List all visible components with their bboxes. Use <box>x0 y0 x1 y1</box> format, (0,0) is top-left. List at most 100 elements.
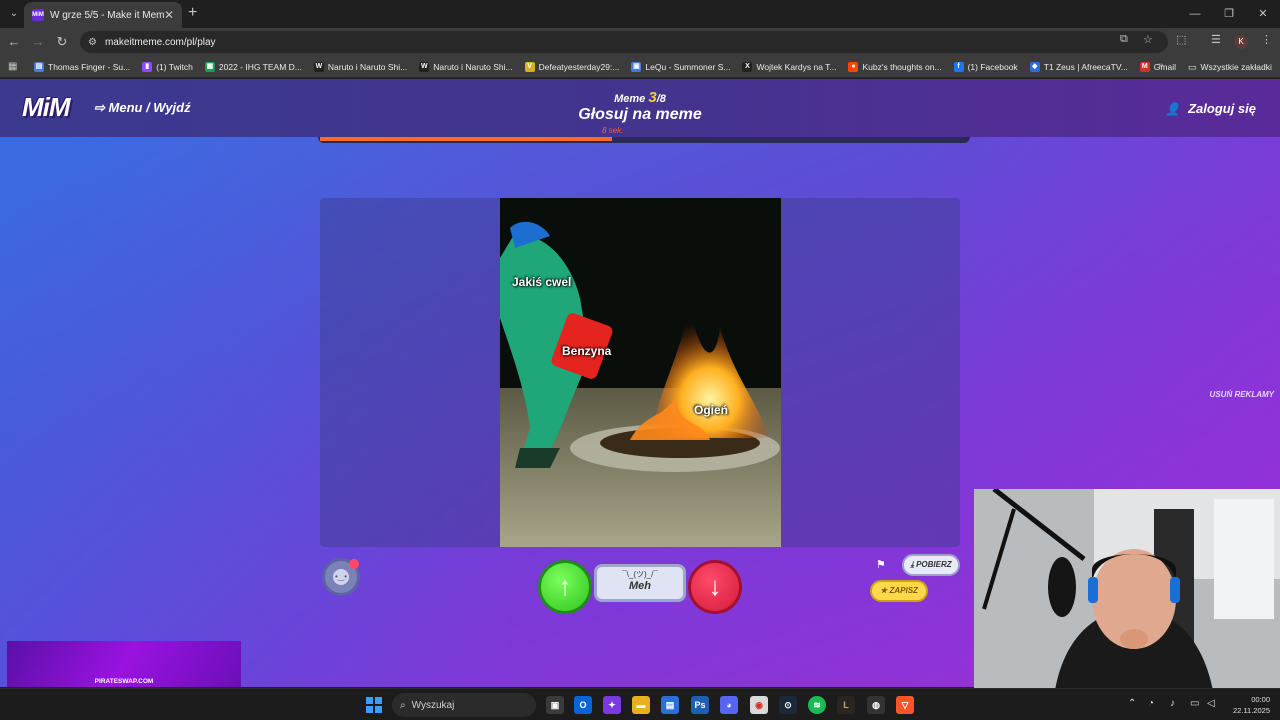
reaction-button[interactable]: •‿• <box>322 558 360 596</box>
bookmark-item[interactable]: X Wojtek Kardys na T... <box>742 61 837 72</box>
install-app-icon[interactable]: ⧉ <box>1120 33 1128 46</box>
chrome-icon[interactable]: ◉ <box>750 696 768 714</box>
countdown-timer: 8 sek. <box>602 126 624 135</box>
network-icon[interactable]: ▭ <box>1190 698 1199 709</box>
bookmark-star-icon[interactable]: ☆ <box>1143 33 1153 46</box>
report-flag-icon[interactable]: ⚑ <box>876 558 886 571</box>
reading-list-icon[interactable]: ☰ <box>1211 33 1221 46</box>
page-title: Głosuj na meme <box>578 106 702 123</box>
windows-start-icon[interactable] <box>366 697 382 713</box>
bookmark-item[interactable]: ◆ T1 Zeus | AfreecaTV... <box>1029 61 1128 72</box>
bookmark-label: Naruto i Naruto Shi... <box>433 61 513 72</box>
bookmark-label: Wojtek Kardys na T... <box>756 61 837 72</box>
twitch-icon: ▮ <box>142 61 153 72</box>
bookmark-item[interactable]: ● Kubz's thoughts on... <box>848 61 942 72</box>
all-bookmarks-folder[interactable]: ▭ Wszystkie zakładki <box>1188 56 1272 78</box>
task-view-icon[interactable]: ▣ <box>546 696 564 714</box>
bookmark-item[interactable]: W Naruto i Naruto Shi... <box>419 61 513 72</box>
close-window-icon[interactable]: ✕ <box>1246 0 1280 28</box>
meme-caption-2: Benzyna <box>562 344 612 358</box>
user-icon: 👤 <box>1165 101 1181 116</box>
more-bookmarks-chevron-icon[interactable]: » <box>1158 60 1164 71</box>
bookmarks-bar: ▦ ▤ Thomas Finger - Su... ▮ (1) Twitch ▦ 2022… <box>0 56 1280 78</box>
tray-app-icon[interactable]: ◔ <box>1148 698 1154 709</box>
bookmark-label: (1) Facebook <box>967 61 1018 72</box>
league-of-legends-icon[interactable]: L <box>837 696 855 714</box>
volume-icon[interactable]: ◁ <box>1207 698 1215 709</box>
download-button[interactable]: ⤓ POBIERZ <box>902 554 960 576</box>
tray-chevron-icon[interactable]: ⌃ <box>1128 698 1136 709</box>
search-icon: ⌕ <box>400 699 406 711</box>
taskbar-search[interactable]: ⌕ Wyszukaj <box>392 693 536 717</box>
meh-label: Meh <box>629 580 651 592</box>
site-info-icon[interactable]: ⚙ <box>88 37 97 48</box>
reddit-icon: ● <box>848 61 859 72</box>
bookmark-label: Defeatyesterday29:... <box>538 61 620 72</box>
microphone-icon[interactable]: ♪ <box>1170 698 1175 709</box>
meme-card: Jakiś cwel Benzyna Ogień <box>320 198 960 547</box>
remove-ads-link[interactable]: USUŃ REKLAMY <box>1210 390 1274 399</box>
bookmark-label: 2022 - IHG TEAM D... <box>218 61 302 72</box>
sheet-icon: ▦ <box>204 61 215 72</box>
window-controls: — ❐ ✕ <box>1178 0 1280 28</box>
apps-grid-icon[interactable]: ▦ <box>8 61 20 73</box>
tab-list-chevron-icon[interactable]: ⌄ <box>6 6 22 22</box>
minimize-icon[interactable]: — <box>1178 0 1212 28</box>
profile-avatar[interactable]: K <box>1234 35 1248 49</box>
more-menu-icon[interactable]: ⋮ <box>1261 33 1272 46</box>
upvote-button[interactable]: ↑ <box>538 560 592 614</box>
bookmark-item[interactable]: ▦ 2022 - IHG TEAM D... <box>204 61 302 72</box>
v-icon: V <box>524 61 535 72</box>
ad-banner[interactable]: PIRATESWAP.COM <box>7 641 241 687</box>
meme-photo <box>500 198 781 547</box>
round-current: 3 <box>648 89 657 106</box>
save-button[interactable]: ★ ZAPISZ <box>870 580 928 602</box>
tab-close-icon[interactable]: ✕ <box>164 8 174 22</box>
webcam-overlay <box>974 489 1280 696</box>
steam-icon[interactable]: ⊙ <box>779 696 797 714</box>
w-icon: W <box>313 61 324 72</box>
meh-button[interactable]: ¯\_(ツ)_/¯ Meh <box>594 564 686 602</box>
bookmark-item[interactable]: f (1) Facebook <box>953 61 1018 72</box>
obs-icon[interactable]: ◍ <box>867 696 885 714</box>
new-tab-plus-icon[interactable]: + <box>188 5 197 21</box>
photoshop-icon[interactable]: Ps <box>691 696 709 714</box>
spotify-icon[interactable]: ≋ <box>808 696 826 714</box>
round-progress-bar <box>318 137 970 143</box>
login-button[interactable]: 👤 Zaloguj się <box>1165 101 1256 116</box>
store-icon[interactable]: ▤ <box>661 696 679 714</box>
site-header: MiM ⇨ Menu / Wyjdź Meme 3/8 Głosuj na me… <box>0 79 1280 137</box>
x-icon: X <box>742 61 753 72</box>
meme-caption-3: Ogień <box>694 403 729 417</box>
back-arrow-icon[interactable]: ← <box>6 34 22 50</box>
bookmark-item[interactable]: ▮ (1) Twitch <box>142 61 193 72</box>
search-placeholder: Wyszukaj <box>411 699 455 711</box>
discord-icon[interactable]: ◕ <box>720 696 738 714</box>
bookmark-item[interactable]: ▣ LeQu - Summoner S... <box>631 61 730 72</box>
forward-arrow-icon[interactable]: → <box>30 34 46 50</box>
restore-icon[interactable]: ❐ <box>1212 0 1246 28</box>
copilot-icon[interactable]: ✦ <box>603 696 621 714</box>
downvote-button[interactable]: ↓ <box>688 560 742 614</box>
bookmark-item[interactable]: ▤ Thomas Finger - Su... <box>34 61 130 72</box>
bookmark-label: T1 Zeus | AfreecaTV... <box>1043 61 1128 72</box>
bookmark-label: (1) Twitch <box>156 61 193 72</box>
round-prefix: Meme <box>614 93 646 105</box>
extensions-icon[interactable]: ⬚ <box>1176 33 1186 46</box>
reload-icon[interactable]: ↻ <box>54 34 70 50</box>
browser-tab-active[interactable]: MiM W grze 5/5 - Make it Meme ✕ <box>24 2 182 28</box>
brave-icon[interactable]: ▽ <box>896 696 914 714</box>
file-explorer-icon[interactable]: ▬ <box>632 696 650 714</box>
download-label: POBIERZ <box>916 560 952 569</box>
windows-taskbar: ⌕ Wyszukaj ▣ O ✦ ▬ ▤ Ps ◕ ◉ ⊙ ≋ L ◍ ▽ ⌃ … <box>0 688 1280 720</box>
bookmark-item[interactable]: W Naruto i Naruto Shi... <box>313 61 407 72</box>
system-clock[interactable]: 00:00 22.11.2025 <box>1226 694 1270 716</box>
browser-tabbar: ⌄ MiM W grze 5/5 - Make it Meme ✕ + — ❐ … <box>0 0 1280 28</box>
tab-title: W grze 5/5 - Make it Meme <box>50 9 164 21</box>
outlook-icon[interactable]: O <box>574 696 592 714</box>
bookmark-item[interactable]: V Defeatyesterday29:... <box>524 61 620 72</box>
facebook-icon: f <box>953 61 964 72</box>
mim-favicon-icon: MiM <box>32 9 44 21</box>
op-icon: ▣ <box>631 61 642 72</box>
address-bar[interactable]: ⚙ makeitmeme.com/pl/play <box>80 31 1168 53</box>
